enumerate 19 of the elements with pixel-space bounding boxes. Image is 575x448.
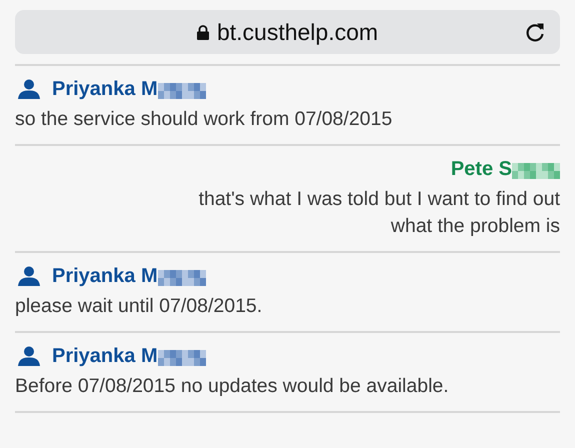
message-text: that's what I was told but I want to find out what the problem is	[198, 187, 560, 239]
address-bar[interactable]: bt.custhelp.com	[15, 10, 560, 54]
author-name: Priyanka M	[52, 77, 158, 102]
author-name: Priyanka M	[52, 344, 158, 369]
pixelated-redaction	[158, 82, 206, 98]
message-text: so the service should work from 07/08/2015	[15, 107, 394, 132]
pixelated-redaction	[158, 270, 206, 286]
person-icon	[18, 266, 40, 286]
author-name: Priyanka M	[52, 264, 158, 289]
person-icon	[18, 79, 40, 99]
pixelated-redaction	[512, 162, 560, 178]
author-name: Pete S	[450, 157, 512, 182]
message-text: please wait until 07/08/2015.	[15, 294, 264, 319]
pixelated-redaction	[158, 350, 206, 366]
url-text: bt.custhelp.com	[216, 18, 378, 47]
person-icon	[18, 346, 40, 366]
message-text: Before 07/08/2015 no updates would be available.	[15, 374, 450, 399]
reload-icon[interactable]	[524, 21, 546, 43]
lock-icon	[196, 24, 209, 40]
